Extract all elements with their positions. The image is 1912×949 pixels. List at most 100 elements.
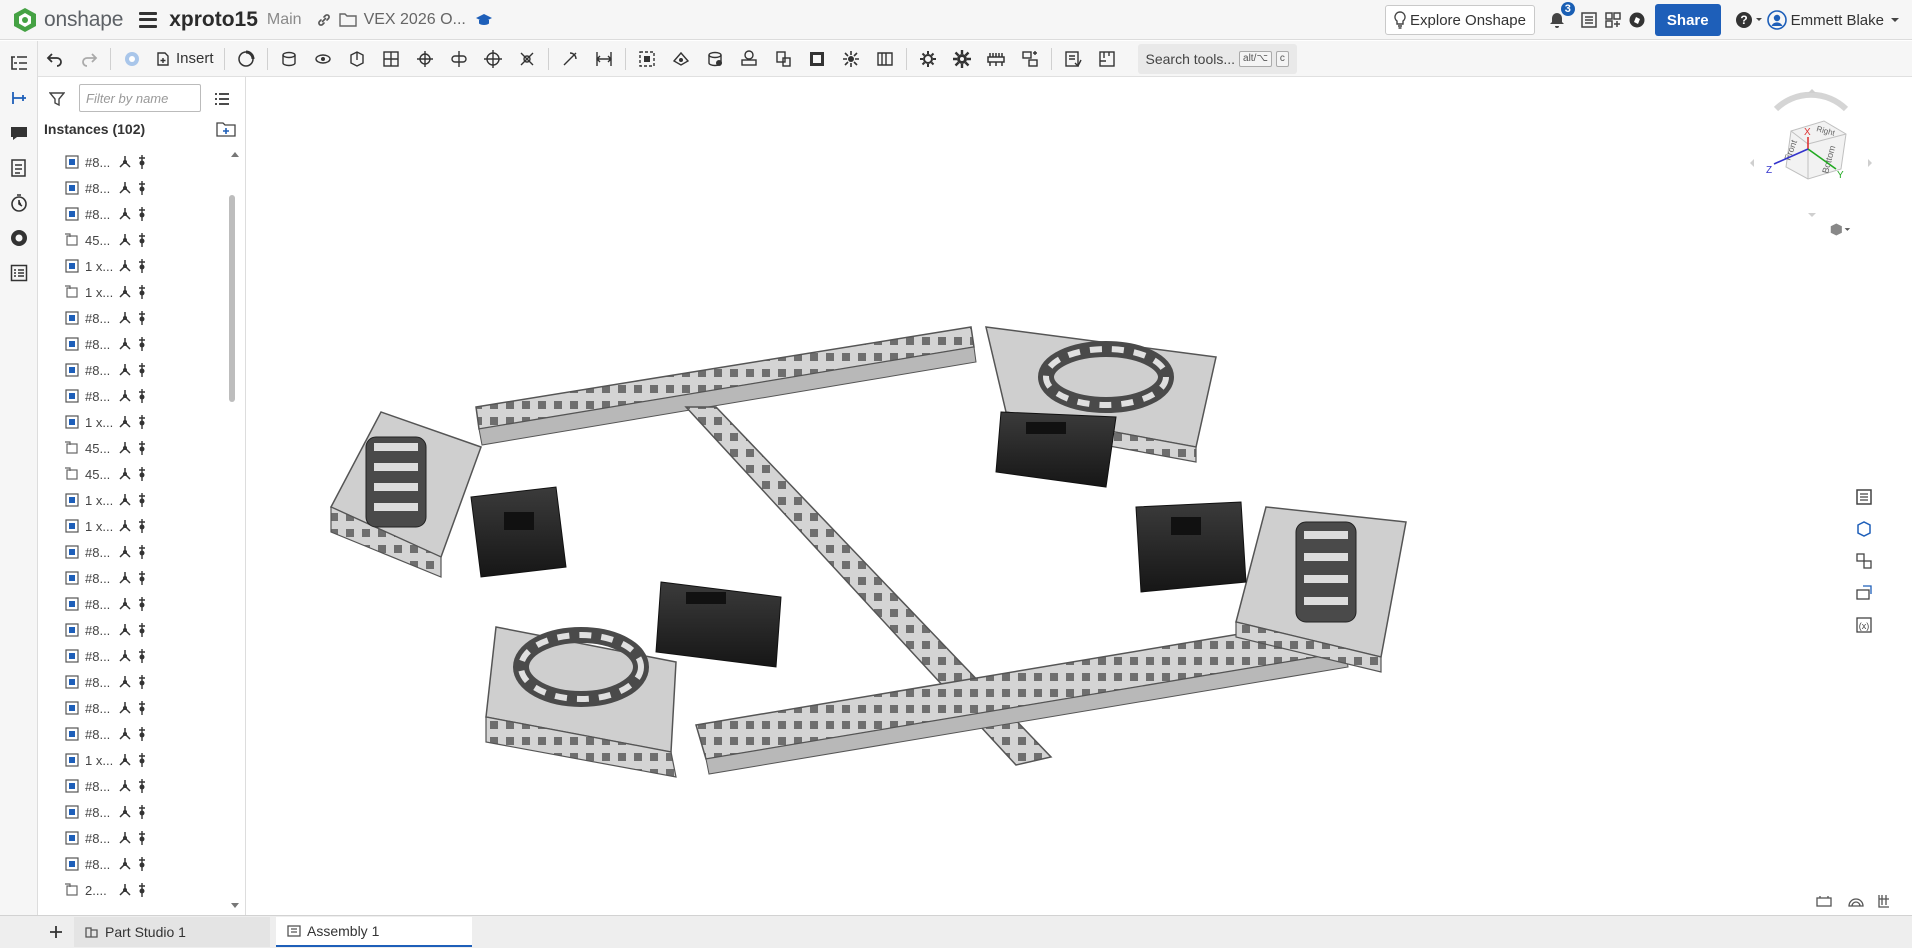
app-store-icon[interactable] xyxy=(1601,8,1625,32)
tab-assembly-1[interactable]: Assembly 1 xyxy=(276,917,472,947)
link-icon[interactable] xyxy=(312,8,336,32)
help-icon[interactable]: ? xyxy=(1733,8,1767,32)
explode-view-icon[interactable] xyxy=(1013,44,1047,74)
instance-row[interactable]: #8... xyxy=(38,175,228,201)
instance-mate-icon[interactable] xyxy=(137,258,147,274)
instance-row[interactable]: #8... xyxy=(38,565,228,591)
list-view-icon[interactable] xyxy=(210,87,234,111)
instance-mate-icon[interactable] xyxy=(137,726,147,742)
wheel-module-bottom-left[interactable] xyxy=(485,626,677,778)
instance-row[interactable]: #8... xyxy=(38,669,228,695)
instance-row[interactable]: #8... xyxy=(38,305,228,331)
insert-mate-icon[interactable] xyxy=(0,80,38,115)
instance-mate-icon[interactable] xyxy=(137,362,147,378)
section-view-icon[interactable] xyxy=(1812,889,1836,913)
instance-row[interactable]: 45... xyxy=(38,435,228,461)
onshape-logo[interactable]: onshape xyxy=(12,7,123,33)
branch-icon[interactable] xyxy=(115,44,149,74)
instance-mate-icon[interactable] xyxy=(137,622,147,638)
search-tools-button[interactable]: Search tools... alt/⌥ c xyxy=(1137,43,1297,74)
graphics-viewport[interactable]: Front Right Bottom X Y Z (x) xyxy=(246,77,1889,915)
timeline-icon[interactable] xyxy=(0,185,38,220)
instance-row[interactable]: 1 x... xyxy=(38,903,228,910)
instance-mate-icon[interactable] xyxy=(137,674,147,690)
mate-connector-icon[interactable] xyxy=(117,882,133,898)
instance-mate-icon[interactable] xyxy=(137,154,147,170)
instance-row[interactable]: #8... xyxy=(38,825,228,851)
instance-mate-icon[interactable] xyxy=(137,804,147,820)
linear-relation-icon[interactable] xyxy=(800,44,834,74)
instance-row[interactable]: #8... xyxy=(38,851,228,877)
scrollbar-thumb[interactable] xyxy=(229,195,235,402)
bom-icon[interactable] xyxy=(0,255,38,290)
learning-center-icon[interactable] xyxy=(1625,8,1649,32)
mate-connector-icon[interactable] xyxy=(117,648,133,664)
instance-mate-icon[interactable] xyxy=(137,180,147,196)
instance-row[interactable]: #8... xyxy=(38,331,228,357)
mate-connector-icon[interactable] xyxy=(117,362,133,378)
render-mode-icon[interactable] xyxy=(1844,889,1868,913)
instance-row[interactable]: #8... xyxy=(38,643,228,669)
instance-mate-icon[interactable] xyxy=(137,440,147,456)
parallel-mate-icon[interactable] xyxy=(510,44,544,74)
mate-connector-icon[interactable] xyxy=(117,622,133,638)
appearance-icon[interactable] xyxy=(0,220,38,255)
instance-mate-icon[interactable] xyxy=(137,232,147,248)
instance-row[interactable]: 45... xyxy=(38,227,228,253)
gear-icon[interactable] xyxy=(945,44,979,74)
mate-connector-icon[interactable] xyxy=(117,284,133,300)
instance-row[interactable]: 1 x... xyxy=(38,487,228,513)
create-folder-icon[interactable] xyxy=(214,117,238,141)
instance-list-icon[interactable] xyxy=(0,45,38,80)
instance-row[interactable]: #8... xyxy=(38,201,228,227)
scroll-up-icon[interactable] xyxy=(228,149,242,159)
instance-mate-icon[interactable] xyxy=(137,414,147,430)
explore-onshape-button[interactable]: Explore Onshape xyxy=(1385,5,1535,35)
mate-connector-icon[interactable] xyxy=(117,856,133,872)
mate-connector-icon[interactable] xyxy=(117,232,133,248)
configurations-icon[interactable] xyxy=(1848,481,1880,513)
mate-connector-icon[interactable] xyxy=(117,596,133,612)
instance-row[interactable]: 1 x... xyxy=(38,409,228,435)
rack-icon[interactable] xyxy=(979,44,1013,74)
group-icon[interactable] xyxy=(630,44,664,74)
instance-row[interactable]: #8... xyxy=(38,357,228,383)
instance-mate-icon[interactable] xyxy=(137,544,147,560)
document-name[interactable]: xproto15 xyxy=(169,8,258,32)
workspace-branch[interactable]: Main xyxy=(267,11,302,29)
parts-icon[interactable] xyxy=(1848,513,1880,545)
mate-connector-icon[interactable] xyxy=(117,778,133,794)
motor-bottom-left[interactable] xyxy=(655,581,782,668)
education-icon[interactable] xyxy=(472,8,496,32)
mate-connector-icon[interactable] xyxy=(117,414,133,430)
instance-mate-icon[interactable] xyxy=(137,388,147,404)
instance-mate-icon[interactable] xyxy=(137,830,147,846)
screw-relation-icon[interactable] xyxy=(766,44,800,74)
instance-row[interactable]: #8... xyxy=(38,149,228,175)
user-menu[interactable]: Emmett Blake xyxy=(1766,10,1900,30)
rack-pinion-icon[interactable] xyxy=(732,44,766,74)
add-tab-icon[interactable] xyxy=(44,920,68,944)
motor-right[interactable] xyxy=(1135,501,1247,593)
named-views-icon[interactable] xyxy=(1056,44,1090,74)
width-mate-icon[interactable] xyxy=(587,44,621,74)
revolute-mate-icon[interactable] xyxy=(306,44,340,74)
mate-connector-icon[interactable] xyxy=(117,466,133,482)
mate-connector-icon[interactable] xyxy=(117,258,133,274)
ruler-icon[interactable] xyxy=(1872,889,1896,913)
instance-row[interactable]: #8... xyxy=(38,617,228,643)
mate-connector-icon[interactable] xyxy=(117,440,133,456)
mate-connector-icon[interactable] xyxy=(117,700,133,716)
instance-mate-icon[interactable] xyxy=(137,284,147,300)
redo-icon[interactable] xyxy=(72,44,106,74)
mate-connector-icon[interactable] xyxy=(117,180,133,196)
instance-mate-icon[interactable] xyxy=(137,336,147,352)
mate-connector-icon[interactable] xyxy=(117,154,133,170)
document-list-icon[interactable] xyxy=(1577,8,1601,32)
properties-icon[interactable] xyxy=(0,150,38,185)
undo-icon[interactable] xyxy=(38,44,72,74)
instance-mate-icon[interactable] xyxy=(137,856,147,872)
share-button[interactable]: Share xyxy=(1654,4,1721,36)
motion-settings-icon[interactable] xyxy=(911,44,945,74)
tab-part-studio-1[interactable]: Part Studio 1 xyxy=(74,917,270,947)
